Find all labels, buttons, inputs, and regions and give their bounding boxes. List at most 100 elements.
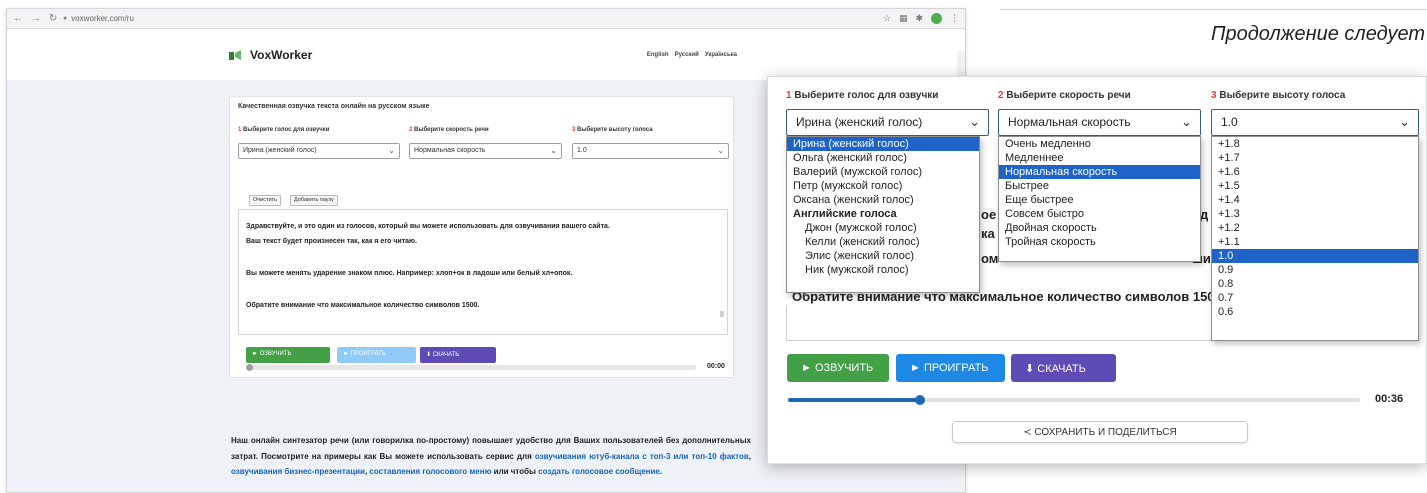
zoom-pitch-select[interactable]: 1.0 ⌄ [1211, 109, 1419, 136]
zoom-voice-select[interactable]: Ирина (женский голос) ⌄ [786, 109, 989, 136]
voice-menu-link[interactable]: составления голосового меню [369, 467, 491, 476]
zoomed-controls-panel: 1 Выберите голос для озвучки 2 Выберите … [767, 76, 1427, 464]
voice-select-label: 1 Выберите голос для озвучки [238, 127, 330, 133]
play-button[interactable]: ► ПРОИГРАТЬ [337, 347, 416, 363]
continuation-heading: Продолжение следует [1210, 23, 1425, 45]
speaker-logo-icon [229, 50, 241, 60]
progress-track-fill [788, 398, 920, 402]
menu-dots-icon[interactable]: ⋮ [950, 13, 959, 24]
text-line: Обратите внимание что максимальное колич… [246, 302, 480, 309]
zoom-voice-label: 1 Выберите голос для озвучки [786, 90, 939, 101]
profile-avatar[interactable] [931, 13, 942, 24]
youtube-voiceover-link[interactable]: озвучивания ютуб-канала с топ-3 или топ-… [535, 452, 749, 461]
screenshot-stage: ← → ↻ ● voxworker.com/ru ☆ ▦ ✱ ⋮ VoxWork… [0, 0, 1427, 493]
text-line: Здравствуйте, и это один из голосов, кот… [246, 223, 610, 230]
audio-progress-thumb[interactable] [246, 364, 253, 371]
voice-option[interactable]: Элис (женский голос) [787, 249, 979, 263]
speed-option[interactable]: Совсем быстро [999, 207, 1200, 221]
pitch-option[interactable]: +1.5 [1212, 179, 1418, 193]
text-line: Ваш текст будет произнесен так, как я ег… [246, 238, 417, 245]
pitch-select[interactable]: 1.0 ⌄ [572, 143, 729, 159]
intro-paragraph: Наш онлайн синтезатор речи (или говорилк… [231, 436, 752, 476]
pitch-option[interactable]: +1.7 [1212, 151, 1418, 165]
pitch-option[interactable]: 0.9 [1212, 263, 1418, 277]
textarea-resize-handle[interactable] [720, 311, 724, 317]
tts-card: Качественная озвучка текста онлайн на ру… [229, 96, 734, 378]
zoom-speed-label: 2 Выберите скорость речи [998, 90, 1131, 101]
speed-option[interactable]: Нормальная скорость [999, 165, 1200, 179]
voice-option[interactable]: Келли (женский голос) [787, 235, 979, 249]
extensions-icon[interactable]: ▦ [899, 13, 908, 24]
lock-icon: ● [63, 15, 68, 22]
pitch-option[interactable]: +1.3 [1212, 207, 1418, 221]
pitch-option[interactable]: 0.7 [1212, 291, 1418, 305]
speak-button[interactable]: ► ОЗВУЧИТЬ [246, 347, 330, 363]
puzzle-icon[interactable]: ✱ [915, 13, 923, 24]
address-bar[interactable]: voxworker.com/ru [71, 14, 134, 23]
chevron-down-icon: ⌄ [969, 114, 980, 129]
voice-option-group: Английские голоса [793, 208, 897, 220]
zoom-download-button[interactable]: ⬇ СКАЧАТЬ [1011, 354, 1116, 382]
hidden-text-fragment: д [1200, 207, 1209, 222]
card-title: Качественная озвучка текста онлайн на ру… [238, 103, 430, 110]
speed-select-label: 2 Выберите скорость речи [409, 127, 489, 133]
speed-option[interactable]: Очень медленно [999, 137, 1200, 151]
pitch-option[interactable]: 0.6 [1212, 305, 1418, 319]
voice-option[interactable]: Ольга (женский голос) [787, 151, 979, 165]
pitch-option[interactable]: +1.8 [1212, 137, 1418, 151]
business-presentation-link[interactable]: озвучивания бизнес-презентации [231, 467, 365, 476]
voice-option[interactable]: Оксана (женский голос) [787, 193, 979, 207]
voice-dropdown-list: Ирина (женский голос) Ольга (женский гол… [786, 136, 980, 293]
speed-option[interactable]: Тройная скорость [999, 235, 1200, 249]
pitch-option[interactable]: +1.1 [1212, 235, 1418, 249]
speed-option[interactable]: Медленнее [999, 151, 1200, 165]
text-line: Вы можете менять ударение знаком плюс. Н… [246, 270, 573, 277]
chevron-down-icon: ⌄ [388, 146, 395, 155]
speed-option[interactable]: Двойная скорость [999, 221, 1200, 235]
pitch-option[interactable]: 0.8 [1212, 277, 1418, 291]
star-icon[interactable]: ☆ [883, 13, 891, 24]
browser-tools: ☆ ▦ ✱ ⋮ [883, 13, 959, 24]
speed-option[interactable]: Быстрее [999, 179, 1200, 193]
forward-arrow-icon[interactable]: → [31, 13, 41, 24]
pitch-option[interactable]: +1.4 [1212, 193, 1418, 207]
site-logo[interactable]: VoxWorker [229, 48, 312, 62]
voice-option[interactable]: Ник (мужской голос) [787, 263, 979, 277]
lang-english-link[interactable]: English [647, 52, 669, 58]
voice-option[interactable]: Валерий (мужской голос) [787, 165, 979, 179]
pitch-dropdown-list: +1.8 +1.7 +1.6 +1.5 +1.4 +1.3 +1.2 +1.1 … [1211, 136, 1419, 341]
logo-text: VoxWorker [250, 48, 313, 62]
save-and-share-button[interactable]: ≺ СОХРАНИТЬ И ПОДЕЛИТЬСЯ [952, 421, 1248, 443]
browser-toolbar: ← → ↻ ● voxworker.com/ru ☆ ▦ ✱ ⋮ [7, 9, 965, 29]
zoom-pitch-label: 3 Выберите высоту голоса [1211, 90, 1346, 101]
zoom-audio-progress[interactable] [788, 395, 1360, 405]
pitch-option[interactable]: +1.2 [1212, 221, 1418, 235]
voice-message-link[interactable]: создать голосовое сообщение [538, 467, 660, 476]
lang-russian-link[interactable]: Русский [675, 52, 699, 58]
language-switcher: English Русский Українська [647, 52, 737, 58]
speed-option[interactable]: Еще быстрее [999, 193, 1200, 207]
add-pause-button[interactable]: Добавить паузу [290, 195, 338, 206]
zoom-audio-time: 00:36 [1375, 393, 1404, 405]
progress-thumb[interactable] [914, 395, 925, 405]
clear-button[interactable]: Очистить [249, 195, 281, 206]
pitch-option[interactable]: 1.0 [1212, 249, 1418, 263]
pitch-option[interactable]: +1.6 [1212, 165, 1418, 179]
audio-time: 00:00 [707, 363, 725, 370]
chevron-down-icon: ⌄ [717, 146, 724, 155]
chevron-down-icon: ⌄ [1181, 114, 1192, 129]
voice-select[interactable]: Ирина (женский голос) ⌄ [238, 143, 400, 159]
voice-option[interactable]: Джон (мужской голос) [787, 221, 979, 235]
top-divider [1000, 9, 1427, 10]
download-button[interactable]: ⬇ СКАЧАТЬ [420, 347, 496, 363]
reload-icon[interactable]: ↻ [49, 13, 57, 24]
voice-option[interactable]: Петр (мужской голос) [787, 179, 979, 193]
zoom-speak-button[interactable]: ► ОЗВУЧИТЬ [787, 354, 889, 382]
zoom-play-button[interactable]: ► ПРОИГРАТЬ [896, 354, 1005, 382]
back-arrow-icon[interactable]: ← [13, 13, 23, 24]
speed-select[interactable]: Нормальная скорость ⌄ [409, 143, 562, 159]
audio-progress-track[interactable] [246, 364, 696, 371]
voice-option[interactable]: Ирина (женский голос) [787, 137, 979, 151]
lang-ukrainian-link[interactable]: Українська [705, 52, 737, 58]
zoom-speed-select[interactable]: Нормальная скорость ⌄ [998, 109, 1201, 136]
